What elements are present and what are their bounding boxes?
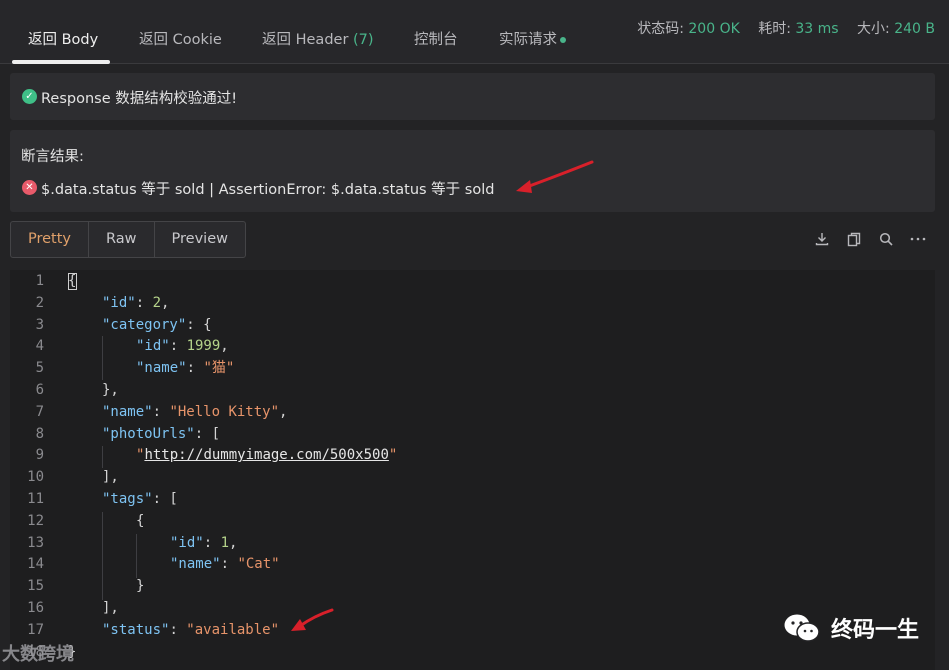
- assertion-result-panel: 断言结果: ✕ $.data.status 等于 sold | Assertio…: [10, 130, 935, 212]
- assertion-title: 断言结果:: [21, 149, 84, 165]
- code-text: {: [136, 512, 145, 529]
- response-tab-bar: 返回 Body 返回 Cookie 返回 Header (7) 控制台 实际请求…: [0, 0, 949, 64]
- indent-guide: [102, 446, 103, 468]
- code-text: "photoUrls": [: [102, 425, 221, 442]
- code-text: },: [102, 382, 119, 398]
- assertion-message: $.data.status 等于 sold | AssertionError: …: [41, 182, 495, 198]
- tab-cookie-label: 返回 Cookie: [139, 32, 222, 48]
- size-value: 240 B: [894, 21, 935, 37]
- time-value: 33 ms: [795, 21, 839, 37]
- preview-button[interactable]: Preview: [155, 222, 245, 257]
- download-icon[interactable]: [813, 230, 831, 248]
- code-text: "id": 1999,: [136, 338, 229, 355]
- line-number: 5: [35, 360, 44, 377]
- check-circle-icon: ✓: [22, 89, 37, 104]
- tab-actual-request-label: 实际请求: [499, 32, 557, 48]
- watermark-right: 终码一生: [783, 612, 919, 644]
- watermark-left: 大数跨境: [2, 640, 74, 666]
- line-number: 2: [35, 294, 44, 311]
- code-text: "name": "猫": [136, 360, 235, 377]
- line-number: 11: [27, 491, 44, 507]
- indent-guide: [102, 512, 103, 600]
- code-text: "http://dummyimage.com/500x500": [136, 447, 398, 464]
- line-number: 16: [27, 600, 44, 616]
- body-toolbar: [813, 230, 927, 248]
- code-text: "status": "available": [102, 621, 280, 638]
- tab-console[interactable]: 控制台: [414, 28, 458, 49]
- line-number: 1: [35, 273, 44, 289]
- json-response-viewer[interactable]: 1 {2 "id": 2, 3 "category": { 4 "id": 1999, 5 "n…: [10, 270, 935, 670]
- line-number: 10: [27, 469, 44, 486]
- code-text: "id": 2,: [102, 294, 170, 311]
- code-text: ],: [102, 469, 119, 486]
- line-number: 3: [35, 316, 44, 333]
- tab-actual-request[interactable]: 实际请求: [499, 28, 566, 49]
- line-number: 13: [27, 534, 44, 551]
- watermark-right-text: 终码一生: [830, 618, 919, 643]
- line-number: 17: [27, 621, 44, 638]
- active-tab-indicator: [12, 60, 110, 64]
- code-text: "category": {: [102, 316, 212, 333]
- response-stats: 状态码: 200 OK 耗时: 33 ms 大小: 240 B: [637, 18, 935, 38]
- schema-validation-banner: ✓ Response 数据结构校验通过!: [10, 73, 935, 120]
- line-number: 12: [27, 512, 44, 529]
- status-code-label: 状态码:: [637, 21, 684, 37]
- annotation-arrow-icon: [291, 608, 334, 631]
- line-number: 14: [27, 556, 44, 573]
- indent-guide: [136, 534, 137, 578]
- line-number: 4: [35, 338, 44, 355]
- code-text: "tags": [: [102, 491, 178, 507]
- line-number: 9: [35, 447, 44, 464]
- validation-message: Response 数据结构校验通过!: [41, 91, 238, 107]
- line-number: 7: [35, 403, 44, 420]
- search-icon[interactable]: [877, 230, 895, 248]
- tab-console-label: 控制台: [414, 32, 458, 48]
- line-number: 8: [35, 425, 44, 442]
- size-label: 大小:: [857, 21, 890, 37]
- code-text: "name": "Cat": [170, 556, 280, 573]
- tab-header-count: (7): [353, 32, 374, 48]
- pretty-button[interactable]: Pretty: [11, 222, 90, 257]
- tab-body[interactable]: 返回 Body: [28, 28, 98, 49]
- status-dot-icon: [560, 37, 566, 43]
- code-text: ],: [102, 600, 119, 616]
- code-text: "name": "Hello Kitty",: [102, 403, 288, 420]
- more-icon[interactable]: [909, 230, 927, 248]
- raw-button[interactable]: Raw: [89, 222, 155, 257]
- line-number: 15: [27, 578, 44, 595]
- code-text: "id": 1,: [170, 534, 238, 551]
- body-format-switcher: Pretty Raw Preview: [10, 221, 246, 258]
- line-number: 6: [35, 382, 44, 398]
- copy-icon[interactable]: [845, 230, 863, 248]
- code-text: }: [136, 578, 145, 595]
- wechat-icon: [784, 614, 820, 642]
- time-label: 耗时:: [758, 21, 791, 37]
- watermark-left-text: 大数跨境: [2, 644, 74, 665]
- tab-header[interactable]: 返回 Header (7): [262, 28, 374, 49]
- tab-header-label: 返回 Header: [262, 32, 354, 48]
- tab-body-label: 返回 Body: [28, 32, 99, 48]
- annotation-arrow-icon: [516, 160, 594, 193]
- error-circle-icon: ✕: [22, 180, 37, 195]
- tab-cookie[interactable]: 返回 Cookie: [139, 28, 222, 49]
- code-text: {: [68, 273, 77, 289]
- status-code-value: 200 OK: [688, 21, 740, 37]
- indent-guide: [102, 336, 103, 380]
